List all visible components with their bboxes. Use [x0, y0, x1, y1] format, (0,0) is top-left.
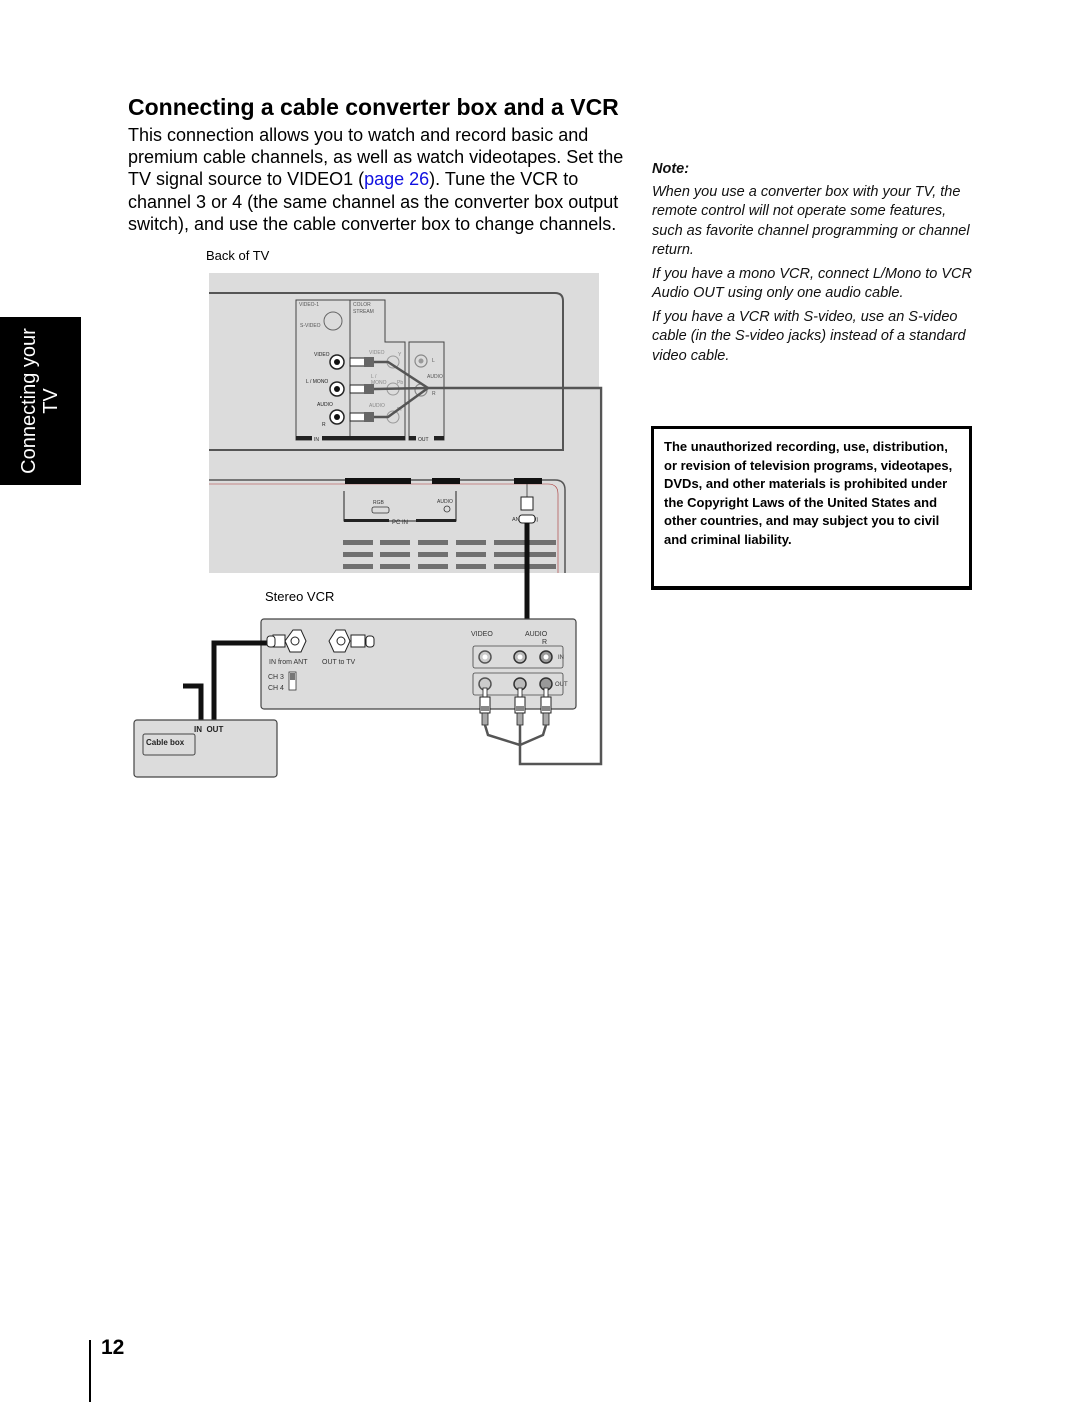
tv-vent-bar [432, 478, 460, 484]
audio-label: AUDIO [317, 402, 333, 408]
pc-in-panel: RGB AUDIO PC IN [343, 491, 457, 526]
note-section: Note: When you use a converter box with … [652, 160, 972, 370]
section-tab-line-1: Connecting your [18, 328, 40, 474]
video-in-jack [329, 354, 345, 370]
tv-back-panel [209, 273, 599, 573]
channel-switch [288, 671, 297, 691]
audio-r-label: R [322, 422, 326, 428]
note-heading: Note: [652, 161, 690, 177]
vcr-out-label: OUT [555, 682, 568, 688]
vcr-r-label: R [542, 639, 547, 646]
tv-out-label: OUT [418, 437, 429, 443]
back-of-tv-label: Back of TV [206, 248, 270, 263]
vcr-video-out-jack [478, 677, 492, 691]
note-item: If you have a VCR with S-video, use an S… [652, 308, 966, 364]
cs-l-label: L / [371, 374, 377, 380]
cs-pb-label: Pb [397, 380, 403, 386]
rgb-port [371, 506, 390, 514]
tv-lower-housing [209, 479, 566, 573]
cs-pr-label: Pr [397, 407, 402, 413]
tv-upper-housing [209, 292, 564, 451]
vcr-in-from-ant-jack [284, 629, 307, 653]
av-cable-plugs-tv [349, 357, 429, 422]
intro-paragraph: This connection allows you to watch and … [128, 124, 640, 235]
ant-label: ANT (75Ω) [512, 517, 538, 523]
video1-label: VIDEO-1 [299, 302, 319, 308]
section-tab-label: Connecting your TV [18, 317, 62, 485]
av-cable [428, 386, 603, 766]
lmono-label: L / MONO [306, 379, 328, 385]
av-cable-plugs-vcr [479, 687, 552, 747]
video-in-label: VIDEO [314, 352, 330, 358]
colorstream-label: STREAM [353, 309, 374, 315]
page-26-link[interactable]: page 26 [364, 169, 429, 189]
page-number: 12 [101, 1336, 125, 1359]
lmono-in-jack [329, 381, 345, 397]
cable-box-label: Cable box [146, 738, 185, 747]
ch4-label: CH 4 [268, 685, 284, 692]
out-l-label: L [432, 358, 435, 364]
page-title: Connecting a cable converter box and a V… [128, 94, 619, 120]
svideo-label: S-VIDEO [300, 323, 321, 329]
in-from-ant-label: IN from ANT [269, 659, 308, 666]
pc-in-label: PC IN [392, 520, 408, 526]
cs-video-label: VIDEO [369, 350, 385, 356]
tv-lower-housing-inner [209, 483, 559, 573]
coax-cable-cablebox-in [183, 683, 204, 723]
page-number-rule [89, 1340, 91, 1402]
tv-in-label: IN [314, 437, 319, 443]
stereo-vcr-label: Stereo VCR [265, 589, 334, 604]
note-item: If you have a mono VCR, connect L/Mono t… [652, 265, 972, 302]
section-tab: Connecting your TV [0, 317, 81, 485]
cable-box-in-out-label: IN OUT [194, 725, 223, 734]
section-tab-line-2: TV [40, 388, 62, 414]
colorstream-label: COLOR [353, 302, 371, 308]
vcr-video-in-jack [478, 650, 492, 664]
tv-vents [343, 540, 556, 569]
vcr-audio-label: AUDIO [525, 631, 548, 638]
vcr-audio-l-out-jack [513, 677, 527, 691]
vcr-audio-r-out-jack [539, 677, 553, 691]
coax-cable-tv [376, 484, 536, 646]
copyright-warning-box: The unauthorized recording, use, distrib… [651, 426, 972, 590]
svideo-jack [323, 311, 343, 331]
cs-y-label: Y [398, 352, 402, 358]
audio-out-r-jack [414, 383, 428, 397]
tv-av-input-panel: VIDEO-1 S-VIDEO COLOR STREAM VIDEO L / M… [295, 299, 445, 443]
vcr-out-to-tv-jack [328, 629, 351, 653]
pc-audio-label: AUDIO [437, 499, 453, 505]
coax-cable-cablebox-out [211, 640, 273, 723]
cs-audio-label: AUDIO [369, 403, 385, 409]
pc-audio-jack [443, 505, 451, 513]
vcr-in-label: IN [558, 655, 564, 661]
audio-r-in-jack [329, 409, 345, 425]
vcr-video-label: VIDEO [471, 631, 493, 638]
out-audio-label: AUDIO [427, 374, 443, 380]
audio-out-l-jack [414, 354, 428, 368]
cs-mono-label: MONO [371, 380, 387, 386]
out-to-tv-label: OUT to TV [322, 659, 356, 666]
tv-vent-bar [345, 478, 411, 484]
tv-vent-bar [514, 478, 542, 484]
cable-box: IN OUT Cable box [133, 719, 278, 778]
ch3-label: CH 3 [268, 674, 284, 681]
vcr-audio-l-in-jack [513, 650, 527, 664]
rgb-label: RGB [373, 500, 385, 506]
vcr-audio-r-in-jack [539, 650, 553, 664]
copyright-warning-text: The unauthorized recording, use, distrib… [664, 439, 953, 547]
note-item: When you use a converter box with your T… [652, 183, 970, 259]
stereo-vcr: IN from ANT OUT to TV CH 3 CH 4 VIDEO AU… [260, 618, 577, 710]
out-r-label: R [432, 391, 436, 397]
